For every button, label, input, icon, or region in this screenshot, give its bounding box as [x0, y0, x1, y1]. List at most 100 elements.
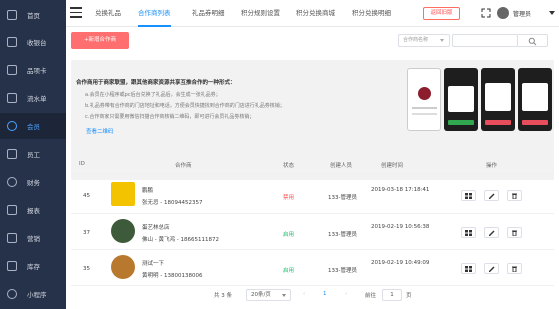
next-page-button[interactable]: ›	[345, 291, 347, 297]
sidebar-item-label: 小程序	[27, 291, 47, 299]
grid-icon	[465, 266, 472, 272]
info-line: c.合作商家只需要用微信扫描合作商核销二维码，即可进行会员礼品劵核销；	[85, 114, 255, 120]
sidebar-item-member[interactable]: 会员	[0, 113, 66, 139]
partner-name: 测试一下	[142, 261, 165, 267]
partner-logo-image	[111, 255, 135, 279]
staff-icon	[7, 149, 17, 159]
prev-page-button[interactable]: ‹	[303, 291, 305, 297]
tab-points-exchange-detail[interactable]: 积分兑换明细	[352, 0, 391, 27]
sidebar-item-cashier[interactable]: 收银台	[0, 29, 66, 55]
row-creator: 133-管理员	[328, 195, 357, 201]
page-unit-label: 页	[406, 293, 412, 299]
sidebar-item-stock[interactable]: 库存	[0, 253, 66, 279]
sidebar-item-label: 财务	[27, 179, 40, 187]
status-badge: 禁用	[283, 195, 295, 201]
sidebar-item-label: 流水单	[27, 95, 47, 103]
tab-points-rule-settings[interactable]: 积分规则设置	[241, 0, 280, 27]
divider	[71, 173, 554, 174]
divider	[71, 249, 554, 250]
chevron-down-icon	[282, 294, 286, 297]
column-header-partner: 合作商	[175, 163, 192, 169]
view-button[interactable]	[461, 227, 476, 238]
finance-icon	[7, 177, 17, 187]
view-button[interactable]	[461, 263, 476, 274]
sidebar-item-label: 品项卡	[27, 67, 47, 75]
sidebar-item-label: 库存	[27, 263, 40, 271]
grid-icon	[465, 193, 472, 199]
delete-button[interactable]	[507, 227, 522, 238]
user-name[interactable]: 管理员	[513, 9, 531, 18]
divider	[71, 213, 554, 214]
sidebar-item-report[interactable]: 报表	[0, 197, 66, 223]
tab-points-mall[interactable]: 积分兑换商城	[296, 0, 335, 27]
column-header-creator: 创建人员	[330, 163, 353, 169]
trash-icon	[512, 266, 517, 272]
column-header-actions: 操作	[486, 163, 498, 169]
row-created-time: 2019-03-18 17:18:41	[371, 187, 430, 193]
info-panel: 合作商用于商家联盟，跟其他商家资源共享互推合作的一种形式： a.会员在小程序或p…	[71, 60, 554, 180]
sidebar-item-staff[interactable]: 员工	[0, 141, 66, 167]
sidebar-item-home[interactable]: 首页	[0, 2, 66, 28]
fullscreen-icon[interactable]	[481, 8, 491, 18]
row-creator: 133-管理员	[328, 232, 357, 238]
partner-name-select[interactable]: 合作商名称	[398, 34, 450, 47]
page-number[interactable]: 1	[323, 291, 327, 297]
sidebar-item-label: 会员	[27, 123, 40, 131]
sidebar-item-card[interactable]: 品项卡	[0, 57, 66, 83]
view-qrcode-link[interactable]: 查看二维码	[86, 127, 114, 135]
column-header-id: ID	[79, 161, 85, 167]
add-partner-button[interactable]: +新增合作商	[71, 32, 129, 49]
sidebar-item-label: 营销	[27, 235, 40, 243]
sidebar-item-mini-program[interactable]: 小程序	[0, 281, 66, 307]
partner-logo-image	[111, 182, 135, 206]
pencil-icon	[489, 266, 495, 272]
page-size-value: 20条/页	[251, 292, 271, 298]
partner-name: 鹏鹏	[142, 188, 154, 194]
chevron-down-icon	[440, 39, 444, 42]
app-root: 首页 收银台 品项卡 流水单 会员 员工 财务 报表 营销 库存 小程序 兑换礼…	[0, 0, 559, 309]
tab-partner-list[interactable]: 合作商列表	[138, 0, 171, 27]
goto-label: 前往	[365, 293, 377, 299]
edit-button[interactable]	[484, 190, 499, 201]
edit-button[interactable]	[484, 263, 499, 274]
column-header-status: 状态	[283, 163, 295, 169]
row-created-time: 2019-02-19 10:56:38	[371, 224, 430, 230]
trash-icon	[512, 193, 517, 199]
pencil-icon	[489, 193, 495, 199]
row-id: 45	[83, 193, 90, 199]
tab-gift-voucher-detail[interactable]: 礼品券明细	[192, 0, 225, 27]
mini-program-icon	[7, 289, 17, 299]
avatar[interactable]	[497, 7, 509, 19]
heart-icon	[7, 121, 17, 131]
delete-button[interactable]	[507, 263, 522, 274]
phone-preview-image	[444, 68, 478, 131]
monitor-icon	[7, 10, 17, 20]
back-to-old-version-button[interactable]: 返回旧版	[423, 7, 460, 20]
chevron-down-icon[interactable]	[549, 11, 555, 15]
phone-preview-image	[518, 68, 552, 131]
row-creator: 133-管理员	[328, 268, 357, 274]
marketing-icon	[7, 233, 17, 243]
sidebar-item-flow[interactable]: 流水单	[0, 85, 66, 111]
info-line: b.礼品劵带有合作商的门店地址和电话，方便会员快捷找到合作商的门店进行礼品劵核销…	[85, 103, 285, 109]
top-bar: 兑换礼品 合作商列表 礼品券明细 积分规则设置 积分兑换商城 积分兑换明细 返回…	[66, 0, 559, 27]
tab-exchange-gift[interactable]: 兑换礼品	[95, 0, 121, 27]
pager-total: 共 3 条	[214, 293, 232, 299]
edit-button[interactable]	[484, 227, 499, 238]
search-input[interactable]	[452, 34, 518, 47]
page-size-select[interactable]: 20条/页	[246, 289, 291, 301]
hamburger-menu-icon[interactable]	[70, 7, 82, 18]
delete-button[interactable]	[507, 190, 522, 201]
box-icon	[7, 261, 17, 271]
view-button[interactable]	[461, 190, 476, 201]
goto-page-input[interactable]: 1	[382, 289, 402, 301]
search-button[interactable]	[518, 34, 548, 47]
sidebar-item-label: 员工	[27, 151, 40, 159]
info-title: 合作商用于商家联盟，跟其他商家资源共享互推合作的一种形式：	[76, 80, 236, 86]
sidebar-item-finance[interactable]: 财务	[0, 169, 66, 195]
status-badge: 启用	[283, 232, 295, 238]
sidebar-item-marketing[interactable]: 营销	[0, 225, 66, 251]
partner-name: 蛋艺林总店	[142, 225, 170, 231]
row-id: 37	[83, 230, 90, 236]
partner-contact: 黄明明 - 13800138006	[142, 273, 203, 279]
